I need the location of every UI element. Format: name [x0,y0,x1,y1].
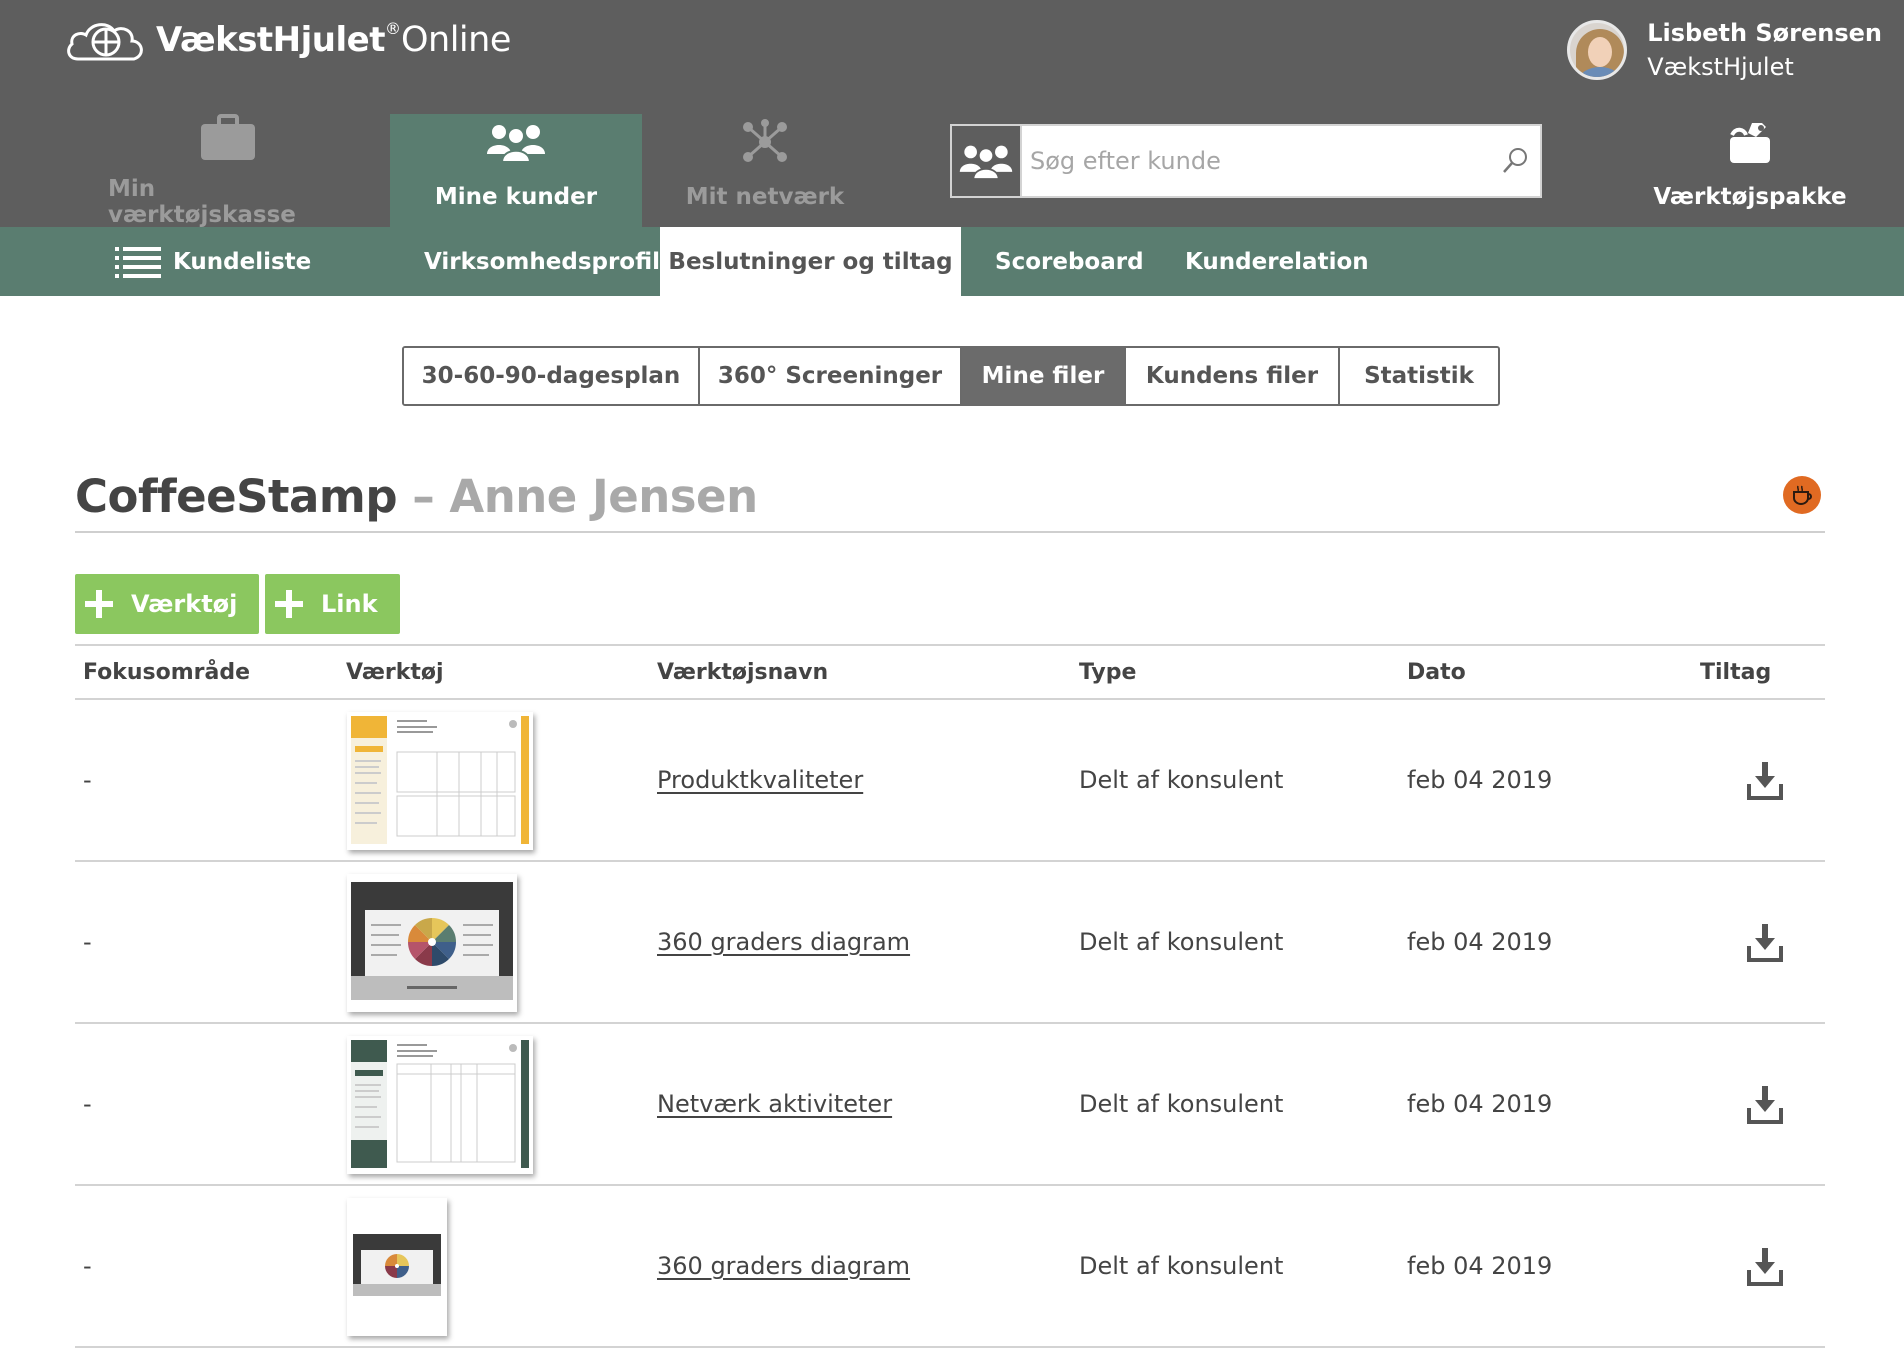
date-value: feb 04 2019 [1407,766,1553,794]
user-name: Lisbeth Sørensen [1647,19,1882,47]
top-header: VækstHjulet ® Online Lisbeth Sørensen Væks… [0,0,1904,228]
header-action: Tiltag [1700,659,1772,685]
subnav-customer-list-label: Kundeliste [173,248,312,275]
customer-subnav: Kundeliste Virksomhedsprofil Beslutninge… [0,227,1904,296]
add-tool-button[interactable]: Værktøj [75,574,260,634]
add-link-button[interactable]: Link [265,574,400,634]
tool-thumbnail[interactable] [347,712,533,850]
focus-area-value: - [83,766,92,794]
nav-customers[interactable]: Mine kunder [390,114,642,227]
tool-name-cell: 360 graders diagram [657,1186,910,1346]
subnav-company-profile[interactable]: Virksomhedsprofil [424,227,660,296]
tool-thumbnail[interactable] [347,1036,533,1174]
briefcase-icon [199,114,257,162]
tab-my-files[interactable]: Mine filer [962,348,1126,404]
search-scope-button[interactable] [950,124,1022,198]
page-title: CoffeeStamp – Anne Jensen [75,470,758,523]
tool-name-link[interactable]: 360 graders diagram [657,928,910,956]
date-value: feb 04 2019 [1407,1252,1553,1280]
customer-search [950,124,1542,198]
type-value: Delt af konsulent [1079,1090,1284,1118]
search-icon[interactable] [1490,146,1540,176]
type-value: Delt af konsulent [1079,928,1284,956]
user-organization: VækstHjulet [1647,53,1794,81]
header-date[interactable]: Dato [1407,646,1466,698]
network-icon [740,114,790,170]
header-type[interactable]: Type [1079,646,1136,698]
add-tool-label: Værktøj [131,590,238,618]
tool-name-link[interactable]: 360 graders diagram [657,1252,910,1280]
download-icon[interactable] [1745,762,1785,804]
tab-360-screenings[interactable]: 360° Screeninger [700,348,962,404]
logo-registered: ® [384,18,401,38]
type-value: Delt af konsulent [1079,1252,1284,1280]
tool-name-cell: 360 graders diagram [657,862,910,1022]
nav-network[interactable]: Mit netværk [660,114,870,227]
table-row: - Netværk aktiviteter Delt af konsulent … [75,1024,1825,1186]
tool-thumbnail[interactable] [347,874,517,1012]
nav-customers-label: Mine kunder [434,184,598,210]
tab-30-60-90-plan[interactable]: 30-60-90-dagesplan [404,348,700,404]
company-logo-icon [1783,476,1821,514]
header-tool[interactable]: Værktøj [346,646,444,698]
nav-toolpack-label: Værktøjspakke [1653,184,1847,210]
title-separator: – [397,470,450,523]
focus-area-value: - [83,1252,92,1280]
logo-cloud-icon [67,23,143,61]
company-name: CoffeeStamp [75,470,398,523]
title-divider [75,531,1825,533]
tool-name-cell: Produktkvaliteter [657,700,863,860]
date-value: feb 04 2019 [1407,928,1553,956]
app-logo[interactable]: VækstHjulet ® Online [64,14,511,66]
table-row: - 360 graders diagram Delt af konsulent … [75,862,1825,1024]
contact-person: Anne Jensen [449,470,758,523]
subnav-decisions[interactable]: Beslutninger og tiltag [660,227,961,296]
download-icon[interactable] [1745,924,1785,966]
header-tool-name[interactable]: Værktøjsnavn [657,646,828,698]
tool-thumbnail[interactable] [347,1198,447,1336]
plus-icon [85,590,113,618]
subnav-scoreboard[interactable]: Scoreboard [995,227,1144,296]
date-value: feb 04 2019 [1407,1090,1553,1118]
logo-brand: VækstHjulet [156,20,385,60]
type-value: Delt af konsulent [1079,766,1284,794]
nav-network-label: Mit netværk [685,184,845,210]
files-table: Fokusområde Værktøj Værktøjsnavn Type Da… [75,644,1825,1348]
table-header: Fokusområde Værktøj Værktøjsnavn Type Da… [75,644,1825,700]
plus-icon [275,590,303,618]
user-menu[interactable]: Lisbeth Sørensen VækstHjulet [1567,16,1882,84]
add-link-label: Link [321,590,378,618]
focus-area-value: - [83,1090,92,1118]
nav-toolpack[interactable]: Værktøjspakke [1650,114,1850,227]
users-icon [959,145,1013,180]
nav-toolbox-label: Min værktøjskasse [108,176,296,228]
search-input[interactable] [1022,131,1490,191]
tool-name-link[interactable]: Produktkvaliteter [657,766,863,794]
focus-area-value: - [83,928,92,956]
header-focus-area[interactable]: Fokusområde [83,646,250,698]
section-tabs: 30-60-90-dagesplan 360° Screeninger Mine… [402,346,1500,406]
tool-name-link[interactable]: Netværk aktiviteter [657,1090,892,1118]
table-row: - 360 graders diagram Delt af konsulent … [75,1186,1825,1348]
subnav-customer-relation[interactable]: Kunderelation [1185,227,1369,296]
download-icon[interactable] [1745,1086,1785,1128]
table-row: - Produktkvaliteter Delt af konsulent fe… [75,700,1825,862]
download-icon[interactable] [1745,1248,1785,1290]
users-icon [485,114,547,170]
nav-toolbox[interactable]: Min værktøjskasse [108,114,348,228]
subnav-customer-list[interactable]: Kundeliste [115,227,311,296]
tab-statistics[interactable]: Statistik [1340,348,1498,404]
toolpack-icon [1726,114,1774,170]
tab-customer-files[interactable]: Kundens filer [1126,348,1340,404]
list-icon [115,246,161,278]
logo-suffix: Online [400,20,511,60]
avatar[interactable] [1567,20,1628,80]
tool-name-cell: Netværk aktiviteter [657,1024,892,1184]
subnav-decisions-label: Beslutninger og tiltag [668,248,953,275]
